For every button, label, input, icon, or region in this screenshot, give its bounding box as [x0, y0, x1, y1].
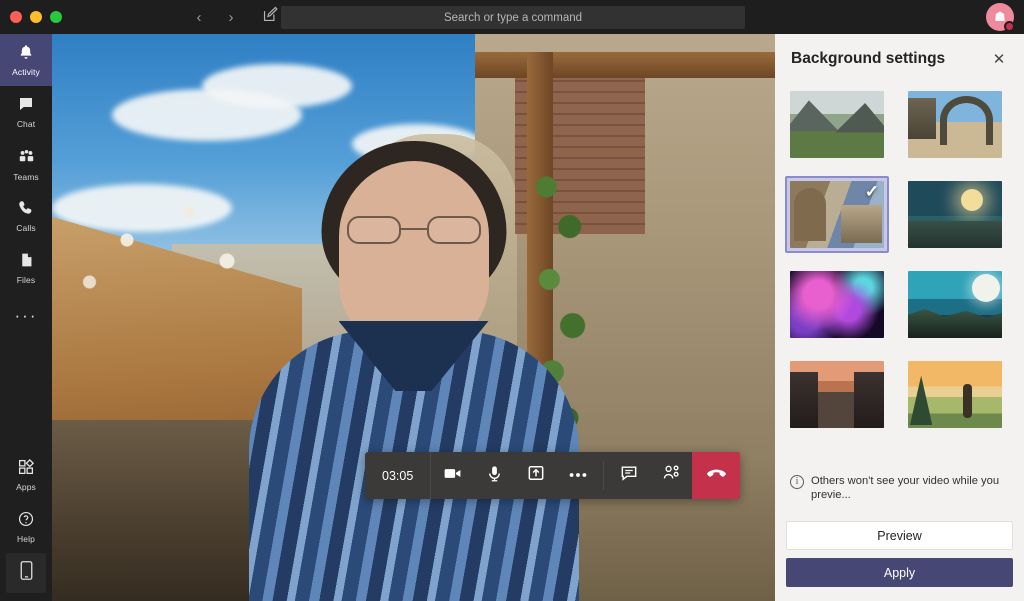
- navigation-controls: ‹ ›: [190, 6, 279, 28]
- panel-header: Background settings ✕: [775, 34, 1024, 80]
- background-thumbnail: ✓: [790, 181, 884, 248]
- show-conversation-button[interactable]: [608, 452, 650, 499]
- bell-icon: [17, 43, 35, 65]
- sidebar-label-calls: Calls: [16, 223, 36, 233]
- apps-grid-icon: [17, 458, 35, 480]
- phone-hangup-icon: [705, 462, 728, 490]
- teams-app-window: ‹ › Search or type a command ☗ Activity …: [0, 0, 1024, 601]
- background-option-stone-archway-village[interactable]: [903, 86, 1007, 163]
- page-title: Background settings: [791, 50, 946, 67]
- sidebar-item-teams[interactable]: Teams: [0, 138, 52, 190]
- sidebar-item-activity[interactable]: Activity: [0, 34, 52, 86]
- search-input[interactable]: Search or type a command: [281, 6, 745, 29]
- mic-toggle-button[interactable]: [473, 452, 515, 499]
- background-option-medieval-village-alley[interactable]: ✓: [785, 176, 889, 253]
- video-camera-icon: [442, 463, 463, 489]
- preview-notice: i Others won't see your video while you …: [786, 470, 1013, 513]
- title-bar: ‹ › Search or type a command ☗: [0, 0, 1024, 34]
- background-thumbnail: [790, 91, 884, 158]
- sidebar-item-chat[interactable]: Chat: [0, 86, 52, 138]
- share-screen-icon: [526, 463, 546, 488]
- background-option-night-harbor-moon[interactable]: [903, 176, 1007, 253]
- sidebar-item-files[interactable]: Files: [0, 242, 52, 294]
- chat-bubble-icon: [17, 95, 35, 117]
- camera-toggle-button[interactable]: [431, 452, 473, 499]
- background-thumbnail: [908, 361, 1002, 428]
- microphone-icon: [485, 464, 504, 488]
- background-option-mountain-valley[interactable]: [785, 86, 889, 163]
- sidebar-label-files: Files: [16, 275, 36, 285]
- close-icon[interactable]: ✕: [988, 48, 1010, 70]
- forward-button[interactable]: ›: [222, 10, 240, 25]
- panel-footer: i Others won't see your video while you …: [775, 470, 1024, 601]
- background-option-sunset-valley[interactable]: [903, 356, 1007, 433]
- more-actions-button[interactable]: [557, 452, 599, 499]
- control-divider: [603, 461, 605, 490]
- sidebar-label-help: Help: [17, 534, 35, 544]
- avatar[interactable]: ☗: [986, 3, 1015, 32]
- preview-button[interactable]: Preview: [786, 521, 1013, 550]
- show-participants-button[interactable]: [650, 452, 692, 499]
- presence-badge: [1004, 21, 1015, 32]
- background-thumbnail: [908, 91, 1002, 158]
- compose-icon[interactable]: [262, 6, 279, 28]
- background-thumbnail-grid: ✓: [775, 80, 1024, 433]
- background-option-moonlit-cliffs[interactable]: [903, 266, 1007, 343]
- file-icon: [18, 251, 35, 273]
- participants-icon: [661, 463, 682, 488]
- wooden-beam: [475, 52, 775, 78]
- mobile-phone-icon: [19, 560, 34, 586]
- background-settings-panel: Background settings ✕ ✓ i Others won't s…: [775, 34, 1024, 601]
- call-timer: 03:05: [365, 452, 432, 499]
- sidebar-label-teams: Teams: [13, 171, 39, 182]
- phone-icon: [17, 199, 35, 221]
- people-icon: [17, 147, 36, 170]
- background-thumbnail: [790, 271, 884, 338]
- info-icon: i: [790, 475, 804, 489]
- back-button[interactable]: ‹: [190, 10, 208, 25]
- background-thumbnail: [908, 271, 1002, 338]
- sidebar-item-apps[interactable]: Apps: [0, 449, 52, 501]
- help-circle-icon: [17, 510, 35, 532]
- blossom-tree: [52, 184, 302, 324]
- call-control-bar: 03:05: [365, 452, 741, 499]
- ellipsis-icon: [567, 467, 589, 485]
- background-thumbnail: [790, 361, 884, 428]
- cloud: [202, 64, 352, 108]
- download-mobile-app-button[interactable]: [6, 553, 46, 593]
- sidebar-more-button[interactable]: ···: [0, 294, 52, 338]
- minimize-window-button[interactable]: [30, 11, 42, 23]
- background-option-pink-nebula-space[interactable]: [785, 266, 889, 343]
- left-rail: Activity Chat Teams Calls Files ··· Apps…: [0, 34, 52, 601]
- close-window-button[interactable]: [10, 11, 22, 23]
- hang-up-button[interactable]: [692, 452, 741, 499]
- sidebar-label-chat: Chat: [16, 119, 36, 129]
- participant-glasses: [346, 216, 481, 246]
- sidebar-item-calls[interactable]: Calls: [0, 190, 52, 242]
- window-controls: [0, 11, 190, 23]
- maximize-window-button[interactable]: [50, 11, 62, 23]
- selected-check-icon: ✓: [864, 182, 879, 201]
- search-placeholder: Search or type a command: [443, 11, 583, 24]
- apply-button[interactable]: Apply: [786, 558, 1013, 587]
- rail-spacer: [0, 338, 52, 449]
- sidebar-item-help[interactable]: Help: [0, 501, 52, 553]
- video-stage: 03:05: [52, 34, 775, 601]
- share-screen-button[interactable]: [515, 452, 557, 499]
- sidebar-label-activity: Activity: [12, 67, 40, 77]
- chat-bubble-icon: [619, 463, 639, 488]
- background-thumbnail: [908, 181, 1002, 248]
- preview-notice-text: Others won't see your video while you pr…: [811, 475, 1000, 501]
- sidebar-label-apps: Apps: [16, 482, 36, 492]
- background-option-autumn-street[interactable]: [785, 356, 889, 433]
